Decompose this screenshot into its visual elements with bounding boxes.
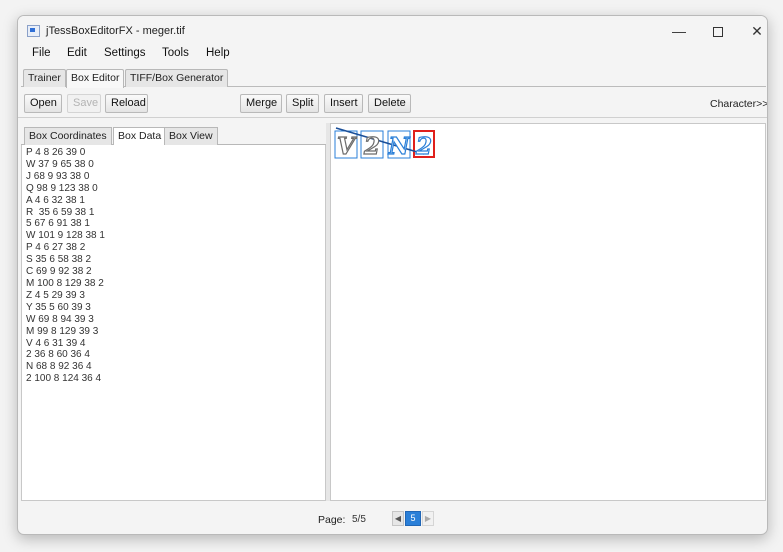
box-data-line: W 101 9 128 38 1	[26, 230, 105, 242]
glyph-image: V 2 N 2	[334, 127, 435, 161]
box-data-line: V 4 6 31 39 4	[26, 337, 86, 349]
maximize-icon	[713, 27, 723, 38]
previous-page-button[interactable]: ◀	[392, 511, 404, 526]
box-data-line: Y 35 5 60 39 3	[26, 301, 91, 313]
glyph-char-3: N	[387, 133, 410, 160]
insert-button[interactable]: Insert	[324, 94, 363, 113]
title-bar: jTessBoxEditorFX - meger.tif — ✕	[18, 16, 767, 46]
character-toggle[interactable]: Character>>	[710, 98, 767, 110]
tab-box-coordinates[interactable]: Box Coordinates	[24, 127, 112, 145]
toolbar: Open Save Reload Merge Split Insert Dele…	[18, 88, 767, 118]
app-window: jTessBoxEditorFX - meger.tif — ✕ File Ed…	[17, 15, 768, 535]
page-count: 5/5	[352, 514, 366, 525]
box-data-line: W 69 8 94 39 3	[26, 313, 94, 325]
box-data-panel: Box Coordinates Box Data Box View P 4 8 …	[21, 123, 326, 501]
menu-bar: File Edit Settings Tools Help	[18, 46, 767, 64]
box-data-line: R 35 6 59 38 1	[26, 206, 95, 218]
tab-trainer[interactable]: Trainer	[23, 69, 66, 87]
minimize-button[interactable]: —	[659, 20, 699, 44]
glyph-char-4: 2	[415, 133, 432, 160]
glyph-char-1: V	[337, 133, 357, 160]
tab-box-editor[interactable]: Box Editor	[66, 69, 125, 88]
tab-tiff-box-generator[interactable]: TIFF/Box Generator	[125, 69, 229, 87]
main-tab-bar: Trainer Box Editor TIFF/Box Generator	[21, 68, 766, 88]
page-label: Page:	[318, 514, 346, 526]
delete-button[interactable]: Delete	[368, 94, 411, 113]
tab-box-data[interactable]: Box Data	[113, 127, 167, 146]
box-data-line: N 68 8 92 36 4	[26, 361, 92, 373]
box-data-textarea[interactable]: P 4 8 26 39 0W 37 9 65 38 0J 68 9 93 38 …	[21, 145, 326, 501]
box-data-line: A 4 6 32 38 1	[26, 194, 85, 206]
box-data-line: 5 67 6 91 38 1	[26, 218, 90, 230]
reload-button[interactable]: Reload	[105, 94, 148, 113]
box-data-line: S 35 6 58 38 2	[26, 254, 92, 266]
open-button[interactable]: Open	[24, 94, 62, 113]
app-icon	[27, 25, 40, 37]
box-data-line: M 99 8 129 39 3	[26, 325, 99, 337]
close-button[interactable]: ✕	[737, 20, 767, 44]
image-view[interactable]: V 2 N 2	[330, 123, 766, 501]
window-title: jTessBoxEditorFX - meger.tif	[46, 25, 185, 37]
menu-edit[interactable]: Edit	[67, 47, 87, 59]
box-data-line: Q 98 9 123 38 0	[26, 182, 98, 194]
box-data-line: M 100 8 129 38 2	[26, 277, 104, 289]
maximize-button[interactable]	[698, 20, 738, 44]
box-data-line: 2 100 8 124 36 4	[26, 373, 102, 385]
split-button[interactable]: Split	[286, 94, 319, 113]
merge-button[interactable]: Merge	[240, 94, 282, 113]
box-data-line: P 4 6 27 38 2	[26, 242, 86, 254]
box-data-line: 2 36 8 60 36 4	[26, 349, 90, 361]
glyph-char-2: 2	[363, 133, 380, 160]
box-data-line: C 69 9 92 38 2	[26, 266, 92, 278]
tab-box-view[interactable]: Box View	[164, 127, 218, 145]
status-footer: Page: 5/5 ◀ 5 ▶	[18, 504, 767, 534]
current-page-button[interactable]: 5	[405, 511, 421, 526]
box-data-line: J 68 9 93 38 0	[26, 170, 90, 182]
menu-file[interactable]: File	[32, 47, 51, 59]
next-page-button[interactable]: ▶	[422, 511, 434, 526]
data-tab-bar: Box Coordinates Box Data Box View	[21, 126, 326, 146]
menu-help[interactable]: Help	[206, 47, 230, 59]
save-button[interactable]: Save	[67, 94, 101, 113]
box-data-line: P 4 8 26 39 0	[26, 147, 86, 158]
menu-settings[interactable]: Settings	[104, 47, 146, 59]
box-data-line: W 37 9 65 38 0	[26, 158, 94, 170]
menu-tools[interactable]: Tools	[162, 47, 189, 59]
box-data-line: Z 4 5 29 39 3	[26, 289, 85, 301]
